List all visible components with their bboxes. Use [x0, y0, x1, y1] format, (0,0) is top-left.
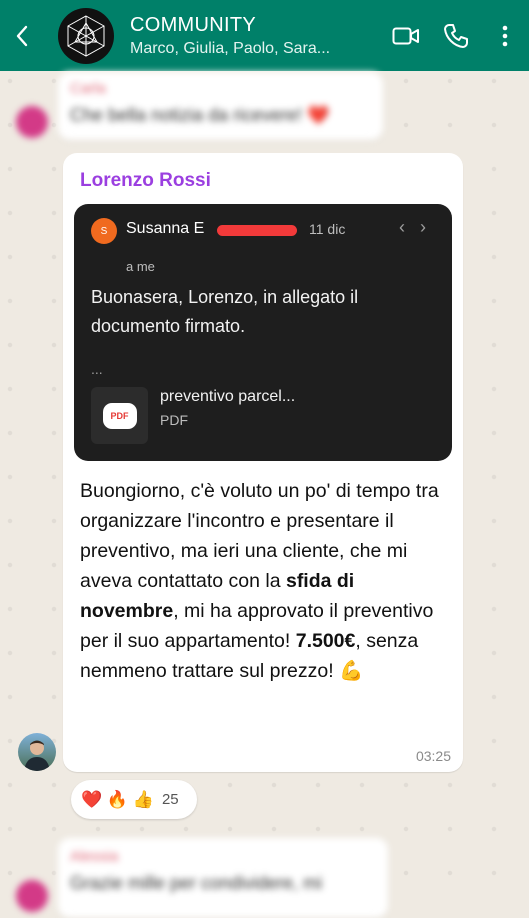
email-date: 11 dic: [309, 221, 346, 237]
video-camera-icon: [392, 27, 419, 44]
more-vertical-icon: [502, 25, 508, 46]
email-sender-name: Susanna E: [126, 220, 205, 237]
attachment-thumbnail[interactable]: PDF: [91, 387, 148, 444]
reactions-bar[interactable]: ❤️ 🔥 👍 25: [71, 780, 197, 819]
chevron-right-icon[interactable]: ›: [420, 217, 426, 238]
message-text: Che bella notizia da ricevere! ❤️: [70, 105, 330, 125]
message-sender: Carla: [70, 80, 106, 97]
avatar[interactable]: [18, 733, 56, 771]
chevron-left-icon[interactable]: ‹: [399, 217, 405, 238]
message-bubble[interactable]: Alessia Grazie mille per condividere, mi: [58, 838, 388, 918]
message-sender[interactable]: Lorenzo Rossi: [80, 170, 211, 192]
email-body: Buonasera, Lorenzo, in allegato il docum…: [91, 287, 359, 336]
reaction-count: 25: [161, 791, 179, 808]
message-text: Grazie mille per condividere, mi: [70, 873, 323, 893]
redaction-bar: [217, 225, 297, 236]
network-logo-icon: [67, 14, 105, 57]
menu-button[interactable]: [481, 0, 529, 71]
chat-members[interactable]: Marco, Giulia, Paolo, Sara...: [130, 40, 381, 58]
group-avatar[interactable]: [58, 7, 114, 64]
phone-icon: [444, 23, 468, 48]
chat-title[interactable]: COMMUNITY: [130, 14, 381, 37]
quoted-email[interactable]: S Susanna E 11 dic ‹ › a me Buonasera, L…: [74, 204, 452, 461]
pdf-icon: PDF: [102, 402, 137, 429]
person-photo-icon: [24, 740, 50, 771]
email-sender-avatar: S: [91, 218, 117, 244]
attachment-name[interactable]: preventivo parcel...: [160, 388, 295, 406]
email-recipient: a me: [126, 259, 155, 274]
avatar: [16, 106, 48, 138]
message-bubble-main[interactable]: Lorenzo Rossi S Susanna E 11 dic ‹ › a m…: [63, 153, 463, 772]
back-button[interactable]: [0, 0, 44, 71]
attachment-type: PDF: [160, 412, 188, 428]
voice-call-button[interactable]: [431, 0, 481, 71]
chat-header: COMMUNITY Marco, Giulia, Paolo, Sara...: [0, 0, 529, 71]
chevron-left-icon: [16, 25, 28, 46]
email-ellipsis: ...: [91, 361, 103, 377]
text-bold: 7.500€: [295, 630, 356, 652]
message-time: 03:25: [415, 748, 451, 764]
reaction-emojis: ❤️ 🔥 👍: [81, 789, 154, 809]
message-bubble[interactable]: Carla Che bella notizia da ricevere! ❤️: [58, 72, 383, 140]
text-part: Buongiorno, c'è voluto un po' di tempo t…: [80, 480, 439, 592]
avatar: [16, 880, 48, 912]
message-sender: Alessia: [70, 848, 119, 865]
video-call-button[interactable]: [381, 0, 431, 71]
message-text: Buongiorno, c'è voluto un po' di tempo t…: [80, 476, 455, 686]
